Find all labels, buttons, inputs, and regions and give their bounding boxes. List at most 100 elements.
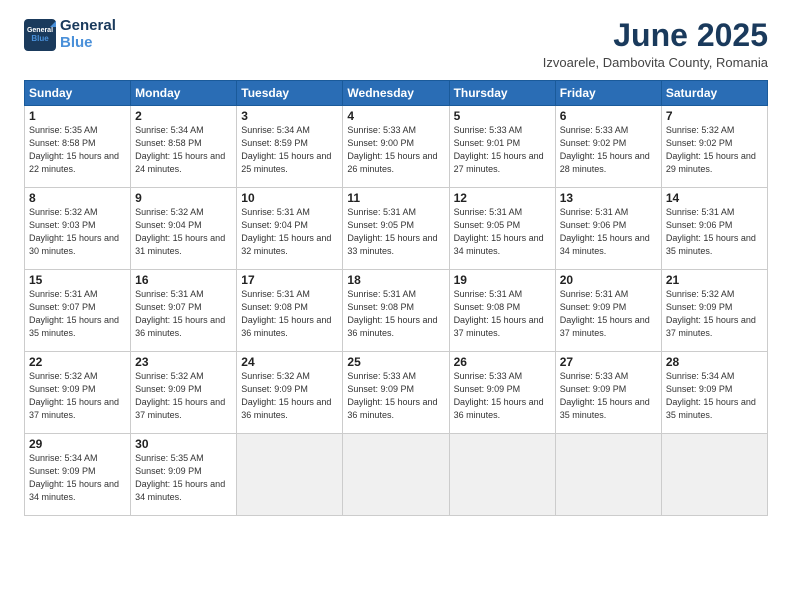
calendar-row: 8 Sunrise: 5:32 AMSunset: 9:03 PMDayligh… bbox=[25, 188, 768, 270]
calendar-cell bbox=[237, 434, 343, 516]
calendar-cell: 4 Sunrise: 5:33 AMSunset: 9:00 PMDayligh… bbox=[343, 106, 449, 188]
header: General Blue General Blue June 2025 Izvo… bbox=[24, 18, 768, 70]
day-number: 9 bbox=[135, 191, 232, 205]
calendar-cell: 3 Sunrise: 5:34 AMSunset: 8:59 PMDayligh… bbox=[237, 106, 343, 188]
title-block: June 2025 Izvoarele, Dambovita County, R… bbox=[543, 18, 768, 70]
calendar-cell: 16 Sunrise: 5:31 AMSunset: 9:07 PMDaylig… bbox=[131, 270, 237, 352]
day-info: Sunrise: 5:32 AMSunset: 9:03 PMDaylight:… bbox=[29, 207, 119, 256]
svg-text:Blue: Blue bbox=[31, 34, 49, 43]
calendar-cell: 25 Sunrise: 5:33 AMSunset: 9:09 PMDaylig… bbox=[343, 352, 449, 434]
day-info: Sunrise: 5:31 AMSunset: 9:09 PMDaylight:… bbox=[560, 289, 650, 338]
day-info: Sunrise: 5:34 AMSunset: 8:59 PMDaylight:… bbox=[241, 125, 331, 174]
day-info: Sunrise: 5:35 AMSunset: 8:58 PMDaylight:… bbox=[29, 125, 119, 174]
calendar-table: Sunday Monday Tuesday Wednesday Thursday… bbox=[24, 80, 768, 516]
calendar-cell: 28 Sunrise: 5:34 AMSunset: 9:09 PMDaylig… bbox=[661, 352, 767, 434]
day-info: Sunrise: 5:32 AMSunset: 9:09 PMDaylight:… bbox=[666, 289, 756, 338]
day-info: Sunrise: 5:31 AMSunset: 9:04 PMDaylight:… bbox=[241, 207, 331, 256]
day-info: Sunrise: 5:31 AMSunset: 9:07 PMDaylight:… bbox=[29, 289, 119, 338]
day-number: 1 bbox=[29, 109, 126, 123]
calendar-cell bbox=[661, 434, 767, 516]
calendar-cell: 26 Sunrise: 5:33 AMSunset: 9:09 PMDaylig… bbox=[449, 352, 555, 434]
day-number: 19 bbox=[454, 273, 551, 287]
day-info: Sunrise: 5:33 AMSunset: 9:00 PMDaylight:… bbox=[347, 125, 437, 174]
calendar-cell: 12 Sunrise: 5:31 AMSunset: 9:05 PMDaylig… bbox=[449, 188, 555, 270]
day-info: Sunrise: 5:31 AMSunset: 9:05 PMDaylight:… bbox=[454, 207, 544, 256]
calendar-cell: 1 Sunrise: 5:35 AMSunset: 8:58 PMDayligh… bbox=[25, 106, 131, 188]
calendar-cell: 29 Sunrise: 5:34 AMSunset: 9:09 PMDaylig… bbox=[25, 434, 131, 516]
day-info: Sunrise: 5:31 AMSunset: 9:08 PMDaylight:… bbox=[347, 289, 437, 338]
calendar-cell: 19 Sunrise: 5:31 AMSunset: 9:08 PMDaylig… bbox=[449, 270, 555, 352]
col-friday: Friday bbox=[555, 81, 661, 106]
day-number: 20 bbox=[560, 273, 657, 287]
calendar-cell: 20 Sunrise: 5:31 AMSunset: 9:09 PMDaylig… bbox=[555, 270, 661, 352]
logo: General Blue General Blue bbox=[24, 18, 116, 51]
day-number: 13 bbox=[560, 191, 657, 205]
day-number: 12 bbox=[454, 191, 551, 205]
day-number: 29 bbox=[29, 437, 126, 451]
calendar-cell: 5 Sunrise: 5:33 AMSunset: 9:01 PMDayligh… bbox=[449, 106, 555, 188]
day-info: Sunrise: 5:31 AMSunset: 9:07 PMDaylight:… bbox=[135, 289, 225, 338]
calendar-cell: 17 Sunrise: 5:31 AMSunset: 9:08 PMDaylig… bbox=[237, 270, 343, 352]
day-number: 30 bbox=[135, 437, 232, 451]
day-number: 11 bbox=[347, 191, 444, 205]
day-info: Sunrise: 5:32 AMSunset: 9:09 PMDaylight:… bbox=[241, 371, 331, 420]
calendar-cell: 13 Sunrise: 5:31 AMSunset: 9:06 PMDaylig… bbox=[555, 188, 661, 270]
calendar-row: 1 Sunrise: 5:35 AMSunset: 8:58 PMDayligh… bbox=[25, 106, 768, 188]
calendar-cell: 14 Sunrise: 5:31 AMSunset: 9:06 PMDaylig… bbox=[661, 188, 767, 270]
day-info: Sunrise: 5:33 AMSunset: 9:09 PMDaylight:… bbox=[560, 371, 650, 420]
day-number: 17 bbox=[241, 273, 338, 287]
day-info: Sunrise: 5:31 AMSunset: 9:06 PMDaylight:… bbox=[666, 207, 756, 256]
calendar-header-row: Sunday Monday Tuesday Wednesday Thursday… bbox=[25, 81, 768, 106]
day-info: Sunrise: 5:33 AMSunset: 9:09 PMDaylight:… bbox=[347, 371, 437, 420]
logo-text-blue: Blue bbox=[60, 35, 116, 52]
day-info: Sunrise: 5:32 AMSunset: 9:09 PMDaylight:… bbox=[135, 371, 225, 420]
calendar-row: 22 Sunrise: 5:32 AMSunset: 9:09 PMDaylig… bbox=[25, 352, 768, 434]
col-saturday: Saturday bbox=[661, 81, 767, 106]
month-title: June 2025 bbox=[543, 18, 768, 53]
page: General Blue General Blue June 2025 Izvo… bbox=[0, 0, 792, 612]
day-info: Sunrise: 5:34 AMSunset: 9:09 PMDaylight:… bbox=[666, 371, 756, 420]
logo-icon: General Blue bbox=[24, 19, 56, 51]
calendar-cell: 8 Sunrise: 5:32 AMSunset: 9:03 PMDayligh… bbox=[25, 188, 131, 270]
day-number: 2 bbox=[135, 109, 232, 123]
day-number: 4 bbox=[347, 109, 444, 123]
day-number: 10 bbox=[241, 191, 338, 205]
day-number: 16 bbox=[135, 273, 232, 287]
calendar-cell: 11 Sunrise: 5:31 AMSunset: 9:05 PMDaylig… bbox=[343, 188, 449, 270]
day-number: 6 bbox=[560, 109, 657, 123]
calendar-cell: 27 Sunrise: 5:33 AMSunset: 9:09 PMDaylig… bbox=[555, 352, 661, 434]
day-info: Sunrise: 5:32 AMSunset: 9:09 PMDaylight:… bbox=[29, 371, 119, 420]
calendar-cell bbox=[555, 434, 661, 516]
day-number: 27 bbox=[560, 355, 657, 369]
calendar-cell: 30 Sunrise: 5:35 AMSunset: 9:09 PMDaylig… bbox=[131, 434, 237, 516]
calendar-row: 29 Sunrise: 5:34 AMSunset: 9:09 PMDaylig… bbox=[25, 434, 768, 516]
day-number: 23 bbox=[135, 355, 232, 369]
col-tuesday: Tuesday bbox=[237, 81, 343, 106]
day-info: Sunrise: 5:31 AMSunset: 9:08 PMDaylight:… bbox=[454, 289, 544, 338]
location-title: Izvoarele, Dambovita County, Romania bbox=[543, 55, 768, 70]
calendar-cell: 10 Sunrise: 5:31 AMSunset: 9:04 PMDaylig… bbox=[237, 188, 343, 270]
day-number: 5 bbox=[454, 109, 551, 123]
day-number: 25 bbox=[347, 355, 444, 369]
col-monday: Monday bbox=[131, 81, 237, 106]
day-info: Sunrise: 5:31 AMSunset: 9:06 PMDaylight:… bbox=[560, 207, 650, 256]
calendar-cell bbox=[343, 434, 449, 516]
calendar-cell: 18 Sunrise: 5:31 AMSunset: 9:08 PMDaylig… bbox=[343, 270, 449, 352]
col-sunday: Sunday bbox=[25, 81, 131, 106]
calendar-cell: 2 Sunrise: 5:34 AMSunset: 8:58 PMDayligh… bbox=[131, 106, 237, 188]
day-number: 8 bbox=[29, 191, 126, 205]
calendar-cell: 6 Sunrise: 5:33 AMSunset: 9:02 PMDayligh… bbox=[555, 106, 661, 188]
day-number: 28 bbox=[666, 355, 763, 369]
day-number: 14 bbox=[666, 191, 763, 205]
day-info: Sunrise: 5:34 AMSunset: 8:58 PMDaylight:… bbox=[135, 125, 225, 174]
day-info: Sunrise: 5:33 AMSunset: 9:09 PMDaylight:… bbox=[454, 371, 544, 420]
calendar-cell: 15 Sunrise: 5:31 AMSunset: 9:07 PMDaylig… bbox=[25, 270, 131, 352]
calendar-cell: 24 Sunrise: 5:32 AMSunset: 9:09 PMDaylig… bbox=[237, 352, 343, 434]
col-wednesday: Wednesday bbox=[343, 81, 449, 106]
logo-text-general: General bbox=[60, 18, 116, 35]
day-number: 22 bbox=[29, 355, 126, 369]
day-number: 18 bbox=[347, 273, 444, 287]
col-thursday: Thursday bbox=[449, 81, 555, 106]
day-number: 7 bbox=[666, 109, 763, 123]
day-number: 24 bbox=[241, 355, 338, 369]
